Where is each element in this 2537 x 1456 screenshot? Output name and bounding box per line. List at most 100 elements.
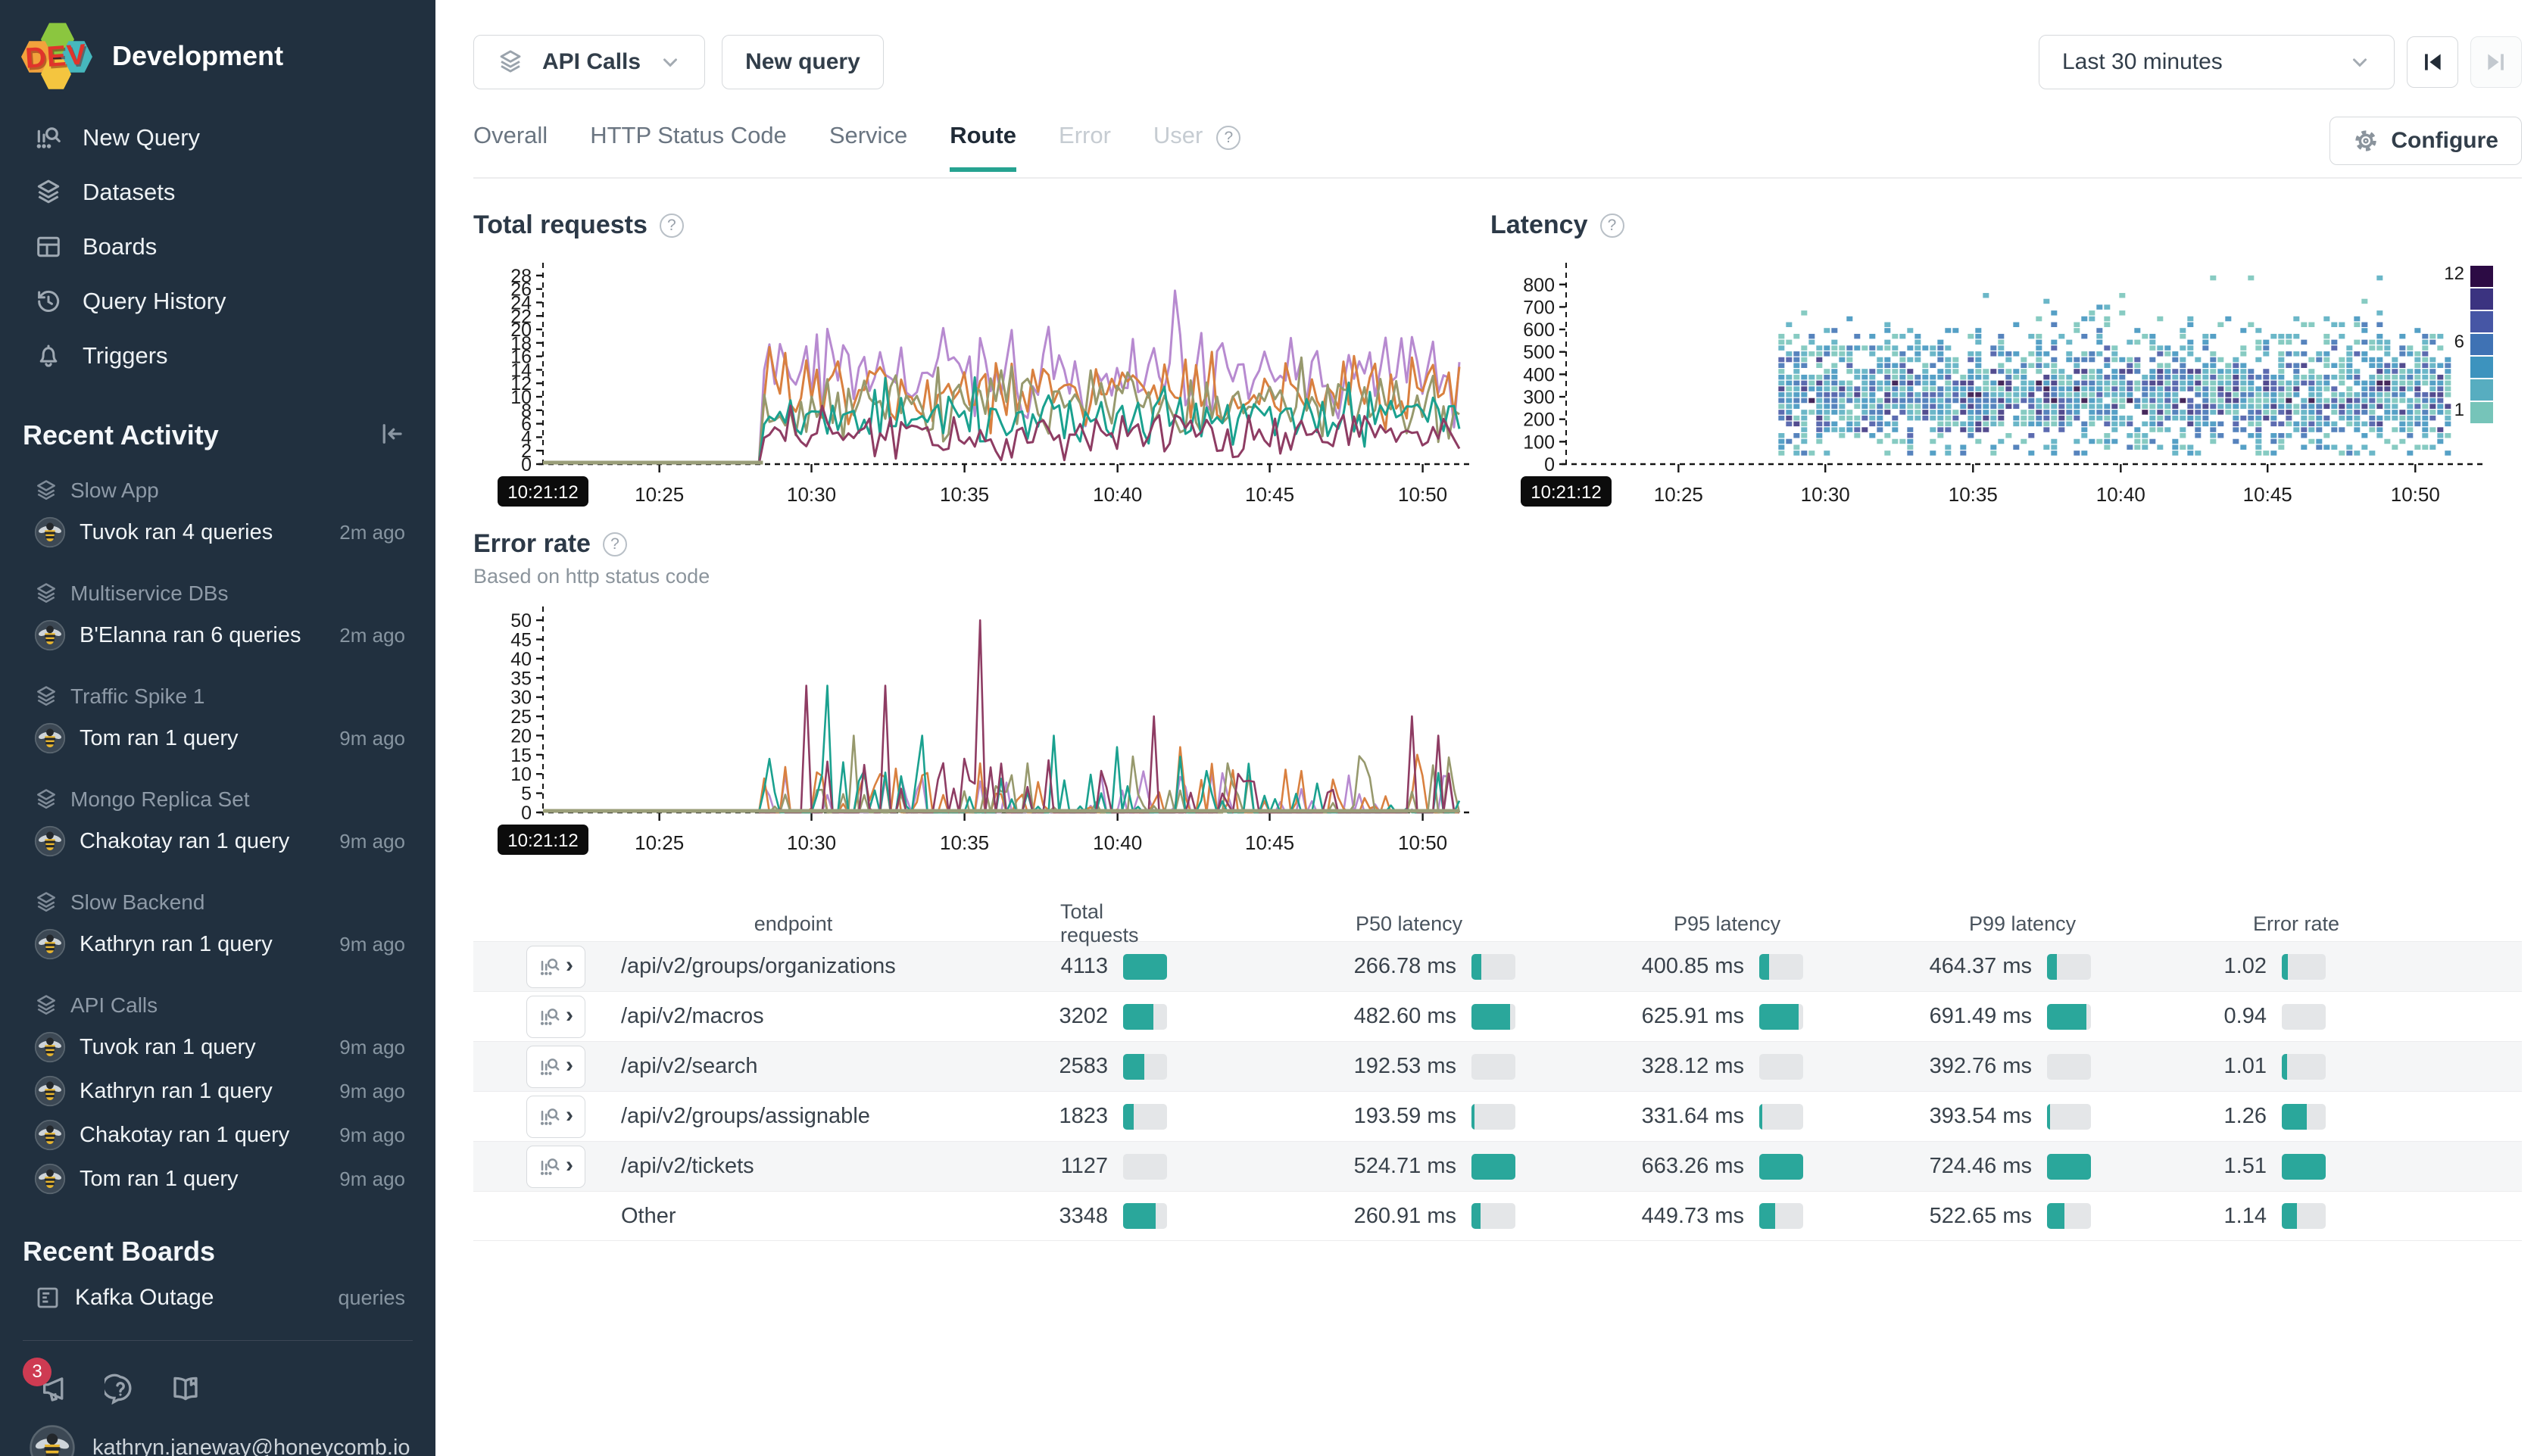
query-icon — [34, 123, 63, 152]
activity-item[interactable]: Tuvok ran 1 query9m ago — [0, 1025, 435, 1069]
p95-bar — [1759, 954, 1803, 980]
run-query-button[interactable]: › — [526, 946, 585, 988]
latency-title: Latency — [1490, 210, 1588, 240]
sidebar-item-triggers[interactable]: Triggers — [0, 329, 435, 383]
run-query-button[interactable]: › — [526, 996, 585, 1038]
activity-dataset-header[interactable]: API Calls — [0, 986, 435, 1025]
activity-group: Multiservice DBs B'Elanna ran 6 queries2m… — [0, 574, 435, 657]
activity-group: Traffic Spike 1Tom ran 1 query9m ago — [0, 677, 435, 760]
activity-timestamp: 2m ago — [339, 521, 405, 544]
sidebar-item-datasets[interactable]: Datasets — [0, 165, 435, 220]
dataset-icon — [34, 178, 63, 207]
collapse-sidebar-icon[interactable] — [378, 420, 405, 451]
activity-text: Tuvok ran 1 query — [80, 1035, 256, 1060]
activity-dataset-header[interactable]: Multiservice DBs — [0, 574, 435, 613]
svg-text:100: 100 — [1523, 432, 1555, 453]
svg-text:10:30: 10:30 — [787, 483, 836, 506]
run-query-button[interactable]: › — [526, 1046, 585, 1088]
bee-avatar — [34, 1031, 66, 1063]
err-bar — [2282, 1154, 2326, 1180]
activity-item[interactable]: Tom ran 1 query9m ago — [0, 1157, 435, 1201]
activity-timestamp: 9m ago — [339, 933, 405, 956]
error-rate-plot[interactable]: 0510152025303540455010:2510:3010:3510:40… — [473, 594, 1469, 864]
svg-text:10:45: 10:45 — [1245, 831, 1294, 854]
board-item[interactable]: Kafka Outagequeries — [0, 1275, 435, 1320]
svg-text:25: 25 — [510, 706, 532, 728]
tab-route[interactable]: Route — [950, 122, 1016, 172]
p95-bar — [1759, 1203, 1803, 1229]
tab-http-status-code[interactable]: HTTP Status Code — [590, 122, 787, 172]
activity-dataset-header[interactable]: Slow App — [0, 471, 435, 510]
tab-service[interactable]: Service — [829, 122, 907, 172]
svg-text:10:50: 10:50 — [1398, 483, 1447, 506]
total-requests-plot[interactable]: 024681012141618202224262810:2510:3010:35… — [473, 246, 1469, 516]
p95-bar — [1759, 1104, 1803, 1130]
activity-item[interactable]: B'Elanna ran 6 queries2m ago — [0, 613, 435, 657]
dataset-select[interactable]: API Calls — [473, 35, 705, 89]
run-query-button[interactable]: › — [526, 1096, 585, 1138]
sidebar-item-boards[interactable]: Boards — [0, 220, 435, 274]
activity-item[interactable]: Tuvok ran 4 queries 2m ago — [0, 510, 435, 554]
bee-avatar — [34, 1119, 66, 1151]
svg-text:500: 500 — [1523, 342, 1555, 363]
docs-book-icon[interactable] — [170, 1373, 201, 1405]
latency-help-icon[interactable]: ? — [1600, 214, 1624, 238]
total-requests-help-icon[interactable]: ? — [660, 214, 684, 238]
svg-text:200: 200 — [1523, 410, 1555, 431]
main-content: API Calls New query Last 30 minutes Over… — [435, 0, 2537, 1456]
gear-icon — [2353, 128, 2379, 154]
activity-text: Tuvok ran 4 queries — [80, 520, 273, 545]
table-row: Other3348260.91 ms449.73 ms522.65 ms1.14 — [473, 1191, 2522, 1241]
activity-item[interactable]: Chakotay ran 1 query9m ago — [0, 1113, 435, 1157]
new-query-button[interactable]: New query — [722, 35, 884, 89]
activity-dataset-name: Multiservice DBs — [70, 581, 228, 606]
activity-dataset-header[interactable]: Traffic Spike 1 — [0, 677, 435, 716]
skip-back-button[interactable] — [2407, 36, 2458, 88]
activity-item[interactable]: Kathryn ran 1 query9m ago — [0, 922, 435, 966]
activity-item[interactable]: Kathryn ran 1 query9m ago — [0, 1069, 435, 1113]
announcements-icon[interactable]: 3 — [39, 1373, 71, 1405]
sidebar-item-label: New Query — [83, 124, 200, 151]
user-email: kathryn.janeway@honeycomb.io — [92, 1436, 410, 1456]
svg-text:10:40: 10:40 — [1093, 483, 1142, 506]
svg-text:10:25: 10:25 — [635, 831, 684, 854]
p50-bar — [1471, 1203, 1515, 1229]
bee-avatar — [34, 722, 66, 754]
activity-dataset-name: Slow App — [70, 479, 159, 503]
skip-forward-button — [2470, 36, 2522, 88]
err-value: 1.51 — [2224, 1154, 2267, 1179]
activity-item[interactable]: Chakotay ran 1 query9m ago — [0, 819, 435, 863]
run-query-button[interactable]: › — [526, 1146, 585, 1188]
total-value: 1823 — [1059, 1104, 1108, 1129]
error-rate-help-icon[interactable]: ? — [603, 532, 627, 557]
dataset-icon — [34, 993, 58, 1018]
sidebar-item-new-query[interactable]: New Query — [0, 111, 435, 165]
latency-plot[interactable]: 010020030040050060070080010:2510:3010:35… — [1490, 246, 2520, 516]
table-row: ›/api/v2/tickets1127524.71 ms663.26 ms72… — [473, 1141, 2522, 1191]
tabs-help-icon[interactable]: ? — [1216, 126, 1240, 150]
configure-button[interactable]: Configure — [2329, 117, 2522, 165]
column-header-total: Total requests — [966, 900, 1185, 947]
team-header[interactable]: DEV Development — [0, 0, 435, 91]
help-bubble-icon[interactable] — [105, 1373, 136, 1405]
p99-value: 691.49 ms — [1930, 1004, 2032, 1029]
time-range-select[interactable]: Last 30 minutes — [2039, 35, 2395, 89]
chevron-right-icon: › — [566, 954, 573, 977]
activity-item[interactable]: Tom ran 1 query9m ago — [0, 716, 435, 760]
p95-value: 331.64 ms — [1642, 1104, 1744, 1129]
svg-text:10:21:12: 10:21:12 — [507, 482, 578, 503]
activity-dataset-header[interactable]: Mongo Replica Set — [0, 780, 435, 819]
svg-text:5: 5 — [521, 784, 532, 805]
endpoint-cell: /api/v2/groups/assignable — [606, 1104, 966, 1129]
tabs-row: OverallHTTP Status CodeServiceRouteError… — [473, 117, 2522, 179]
tab-overall[interactable]: Overall — [473, 122, 548, 172]
tab-user: User — [1153, 122, 1203, 172]
total-requests-title: Total requests — [473, 210, 648, 240]
user-account[interactable]: kathryn.janeway@honeycomb.io — [0, 1424, 435, 1456]
svg-text:10:21:12: 10:21:12 — [507, 831, 578, 851]
activity-dataset-header[interactable]: Slow Backend — [0, 883, 435, 922]
activity-timestamp: 9m ago — [339, 1168, 405, 1191]
sidebar-item-query-history[interactable]: Query History — [0, 274, 435, 329]
p95-value: 663.26 ms — [1642, 1154, 1744, 1179]
p99-value: 392.76 ms — [1930, 1054, 2032, 1079]
